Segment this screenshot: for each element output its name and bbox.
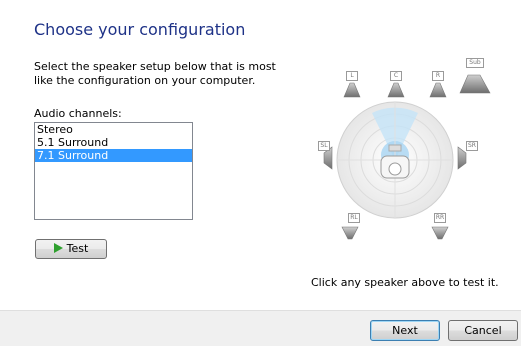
speaker-right-icon[interactable] (429, 82, 447, 98)
speaker-left-icon[interactable] (343, 82, 361, 98)
audio-channels-list[interactable]: Stereo 5.1 Surround 7.1 Surround (34, 122, 193, 220)
speaker-diagram: L C R Sub SL SR RL RR (310, 55, 510, 255)
next-button[interactable]: Next (370, 320, 440, 341)
speaker-rear-right-icon[interactable] (431, 226, 449, 240)
channel-option-stereo[interactable]: Stereo (35, 123, 192, 136)
channel-option-5-1-surround[interactable]: 5.1 Surround (35, 136, 192, 149)
speaker-label-sub: Sub (466, 58, 484, 68)
audio-channels-label: Audio channels: (34, 107, 122, 120)
speaker-label-side-right: SR (466, 141, 478, 151)
speaker-label-side-left: SL (318, 141, 330, 151)
speaker-label-rear-right: RR (434, 213, 446, 223)
description-text: Select the speaker setup below that is m… (34, 60, 276, 87)
speaker-label-left: L (346, 71, 358, 81)
cancel-button[interactable]: Cancel (448, 320, 518, 341)
channel-option-7-1-surround[interactable]: 7.1 Surround (35, 149, 192, 162)
speaker-test-hint: Click any speaker above to test it. (311, 276, 499, 289)
dialog-footer (0, 310, 521, 346)
speaker-rear-left-icon[interactable] (341, 226, 359, 240)
speaker-sub-icon[interactable] (459, 74, 491, 94)
page-heading: Choose your configuration (34, 20, 246, 39)
play-icon (53, 243, 63, 253)
test-button[interactable]: Test (35, 239, 107, 259)
test-button-label: Test (66, 242, 89, 255)
speaker-center-icon[interactable] (387, 82, 405, 98)
speaker-layout-graphic (323, 74, 491, 240)
speaker-label-right: R (432, 71, 444, 81)
speaker-label-rear-left: RL (348, 213, 360, 223)
speaker-label-center: C (390, 71, 402, 81)
speaker-side-right-icon[interactable] (457, 146, 467, 170)
